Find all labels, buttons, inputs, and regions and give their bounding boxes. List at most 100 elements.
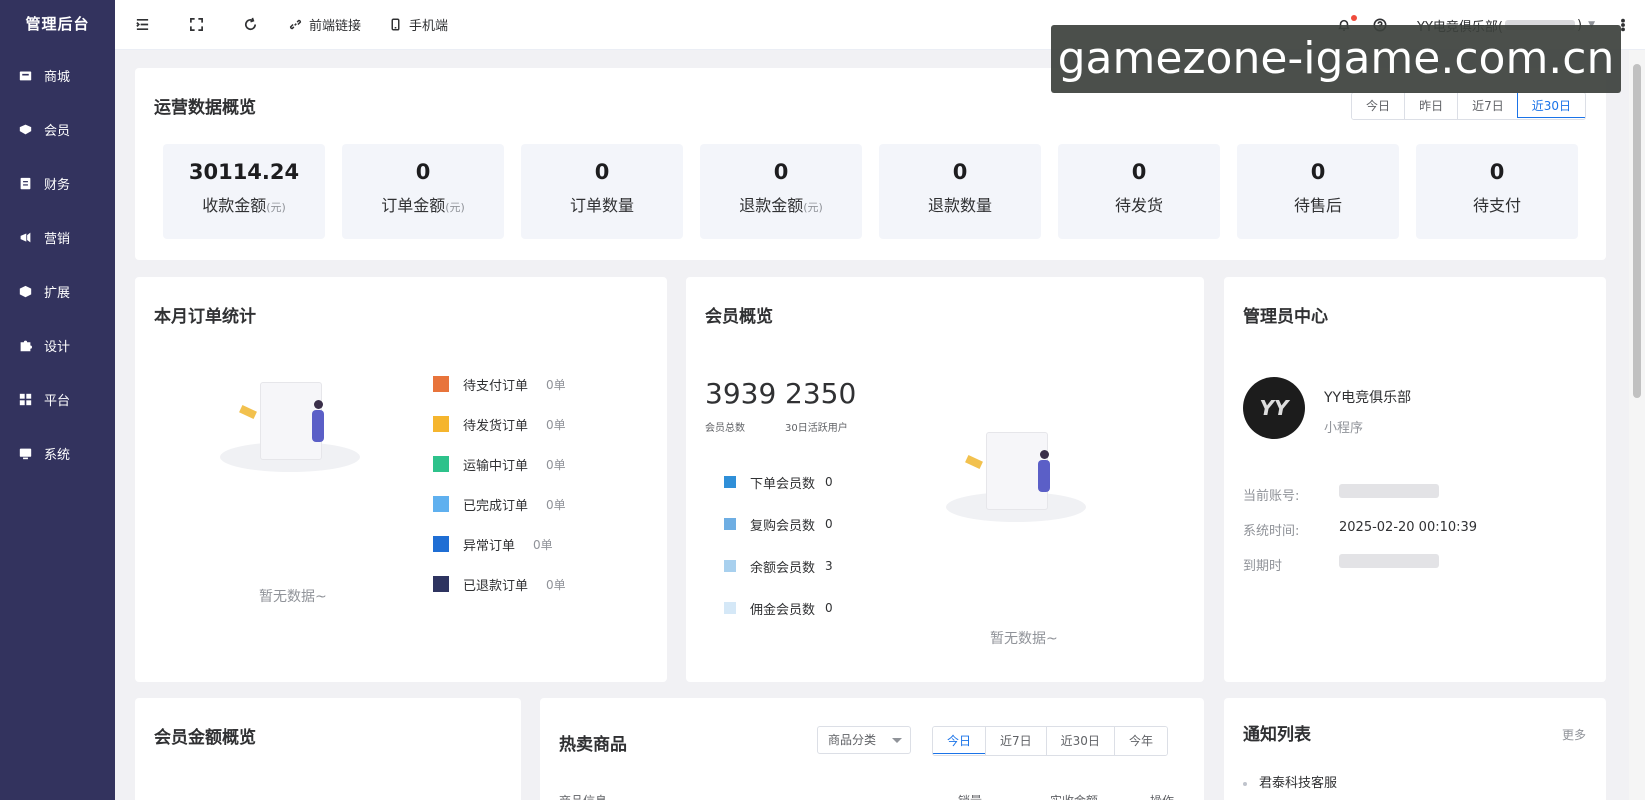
sidebar-item-store[interactable]: 商城 (0, 48, 115, 102)
sidebar-item-label: 会员 (44, 123, 71, 139)
fullscreen-icon[interactable] (169, 0, 223, 50)
range-7days[interactable]: 近7日 (1457, 93, 1518, 119)
stat-value: 0 (952, 160, 968, 184)
legend-item: 余额会员数 3 (724, 545, 833, 587)
megaphone-icon (18, 230, 32, 244)
collapse-menu-icon[interactable] (115, 0, 169, 50)
order-empty-text: 暂无数据~ (259, 589, 327, 605)
stat-value: 0 (1489, 160, 1505, 184)
caret-down-icon (892, 738, 902, 743)
sidebar-item-label: 营销 (44, 231, 71, 247)
cube-icon (18, 284, 32, 298)
legend-swatch (433, 496, 449, 512)
legend-item: 佣金会员数 0 (724, 587, 833, 629)
member-overview-title: 会员概览 (705, 307, 773, 327)
member-total-label: 会员总数 (705, 423, 745, 434)
avatar: YY (1243, 377, 1305, 439)
sidebar-item-design[interactable]: 设计 (0, 318, 115, 372)
stat-order-amount[interactable]: 0 订单金额(元) (342, 144, 504, 239)
sidebar-item-system[interactable]: 系统 (0, 426, 115, 480)
legend-item: 复购会员数 0 (724, 503, 833, 545)
range-30days[interactable]: 近30日 (1516, 93, 1586, 118)
category-select-value: 商品分类 (828, 733, 877, 747)
legend-swatch (433, 376, 449, 392)
legend-swatch (724, 602, 736, 614)
finance-icon (18, 176, 32, 190)
stat-order-count[interactable]: 0 订单数量 (521, 144, 683, 239)
scrollbar-thumb[interactable] (1633, 64, 1641, 398)
stat-pending-aftersale[interactable]: 0 待售后 (1237, 144, 1399, 239)
member-total: 3939 (705, 377, 777, 410)
front-link-label: 前端链接 (309, 19, 362, 34)
admin-center-title: 管理员中心 (1243, 307, 1328, 327)
legend-item: 下单会员数 0 (724, 461, 833, 503)
sidebar-item-label: 财务 (44, 177, 71, 193)
member-icon (18, 122, 32, 136)
sidebar-item-member[interactable]: 会员 (0, 102, 115, 156)
legend-item: 运输中订单 0单 (433, 444, 566, 484)
overview-range-tabs: 今日 昨日 近7日 近30日 (1351, 92, 1586, 120)
notice-title: 通知列表 (1243, 725, 1311, 745)
notice-card: 通知列表 更多 君泰科技客服 (1224, 698, 1606, 800)
stat-payment-amount[interactable]: 30114.24 收款金额(元) (163, 144, 325, 239)
mobile-label: 手机端 (409, 19, 449, 34)
hot-range-year[interactable]: 今年 (1113, 727, 1167, 755)
notice-more-link[interactable]: 更多 (1562, 726, 1586, 743)
store-icon (18, 68, 32, 82)
column-header-sales: 销量 (958, 792, 982, 800)
sidebar-item-marketing[interactable]: 营销 (0, 210, 115, 264)
category-select[interactable]: 商品分类 (817, 726, 911, 754)
admin-name: YY电竞俱乐部 (1324, 390, 1412, 406)
stat-label: 待售后 (1293, 196, 1342, 215)
stat-label: 待发货 (1114, 196, 1163, 215)
refresh-icon[interactable] (223, 0, 277, 50)
column-header-amount: 实收金额 (1050, 792, 1098, 800)
stat-value: 0 (1131, 160, 1147, 184)
stat-label: 订单金额(元) (381, 196, 465, 215)
mobile-icon (391, 18, 400, 31)
sidebar-item-label: 扩展 (44, 285, 71, 301)
range-yesterday[interactable]: 昨日 (1404, 93, 1458, 119)
stat-refund-count[interactable]: 0 退款数量 (879, 144, 1041, 239)
system-time-value: 2025-02-20 00:10:39 (1339, 520, 1478, 535)
column-header-goods: 商品信息 (559, 792, 607, 800)
scrollbar[interactable] (1629, 50, 1645, 800)
sidebar-item-platform[interactable]: 平台 (0, 372, 115, 426)
notice-item[interactable]: 君泰科技客服 (1243, 772, 1337, 791)
stat-value: 0 (773, 160, 789, 184)
legend-swatch (433, 536, 449, 552)
hot-range-7days[interactable]: 近7日 (985, 727, 1046, 755)
member-active-label: 30日活跃用户 (785, 423, 848, 434)
legend-swatch (724, 518, 736, 530)
legend-swatch (724, 560, 736, 572)
notification-dot (1351, 15, 1358, 21)
grid-icon (18, 392, 32, 406)
sidebar: 管理后台 商城 会员 财务 营销 扩展 设计 平台 系统 (0, 0, 115, 800)
sidebar-title: 管理后台 (25, 15, 90, 33)
sidebar-item-extension[interactable]: 扩展 (0, 264, 115, 318)
hot-goods-title: 热卖商品 (559, 735, 627, 755)
stat-pending-shipment[interactable]: 0 待发货 (1058, 144, 1220, 239)
front-link-button[interactable]: 前端链接 (289, 15, 361, 34)
legend-item: 已完成订单 0单 (433, 484, 566, 524)
order-legend: 待支付订单 0单 待发货订单 0单 运输中订单 0单 已完成订单 0单 异常订单 0单 已… (433, 364, 566, 604)
puzzle-icon (18, 338, 32, 352)
stat-pending-payment[interactable]: 0 待支付 (1416, 144, 1578, 239)
legend-swatch (724, 476, 736, 488)
admin-type: 小程序 (1324, 421, 1364, 436)
column-header-action: 操作 (1150, 792, 1174, 800)
account-value (1339, 483, 1439, 498)
member-legend: 下单会员数 0 复购会员数 0 余额会员数 3 佣金会员数 0 (724, 461, 833, 629)
mobile-button[interactable]: 手机端 (389, 15, 448, 34)
expire-value (1339, 553, 1439, 568)
sidebar-item-label: 设计 (44, 339, 71, 355)
sidebar-item-finance[interactable]: 财务 (0, 156, 115, 210)
system-time-label: 系统时间: (1243, 524, 1300, 539)
hot-range-30days[interactable]: 近30日 (1045, 727, 1114, 755)
hot-range-today[interactable]: 今日 (932, 727, 987, 754)
more-vertical-icon[interactable] (1621, 18, 1625, 32)
stat-refund-amount[interactable]: 0 退款金额(元) (700, 144, 862, 239)
legend-item: 异常订单 0单 (433, 524, 566, 564)
stat-label: 订单数量 (569, 196, 634, 215)
range-today[interactable]: 今日 (1352, 93, 1405, 119)
